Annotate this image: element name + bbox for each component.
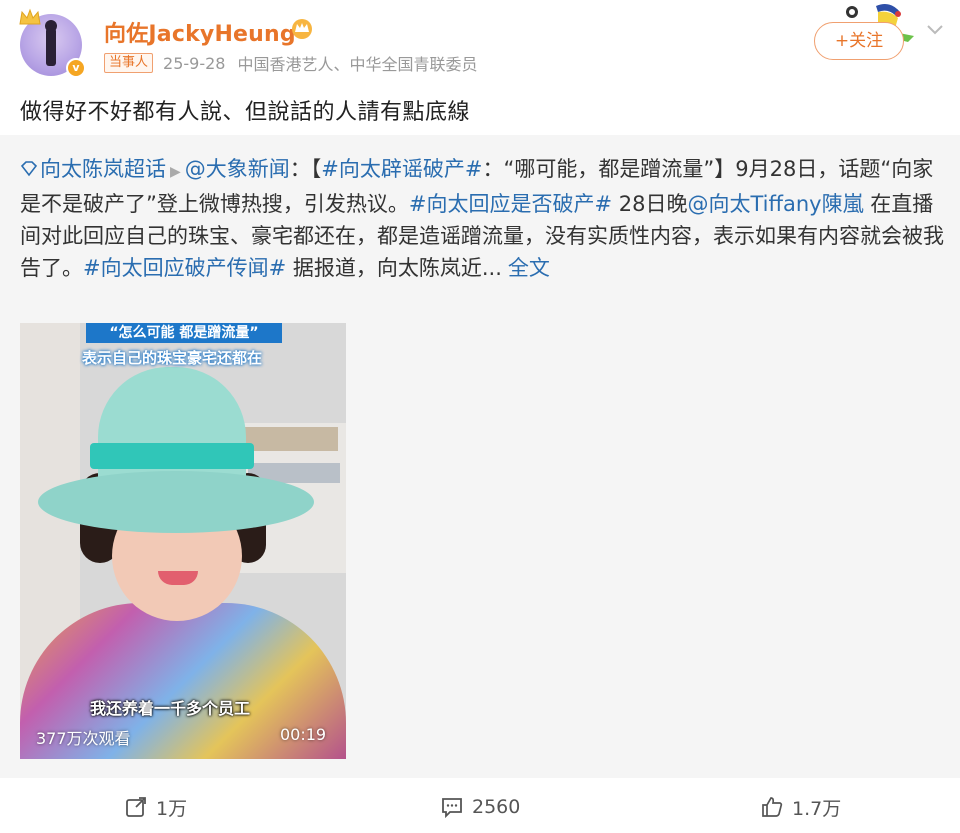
source-mention[interactable]: @大象新闻 (185, 157, 290, 181)
post-date: 25-9-28 (163, 53, 226, 73)
supertopic-label: 向太陈岚超话 (40, 157, 166, 181)
avatar[interactable]: v (18, 8, 88, 78)
avatar-figure (46, 26, 56, 66)
repost-icon (126, 797, 146, 817)
read-more-link[interactable]: 全文 (508, 256, 550, 280)
colon: ： (289, 157, 311, 181)
comment-icon (442, 798, 462, 819)
video-caption-sub: 表示自己的珠宝豪宅还都在 (82, 349, 263, 367)
repost-count: 1万 (156, 797, 188, 820)
username[interactable]: 向佐JackyHeung (104, 16, 296, 48)
post-header: v 向佐JackyHeung 当事人 25-9-28 中国香港艺人、中华全国青联… (0, 0, 960, 90)
video-player[interactable]: “怎么可能 都是蹭流量” 表示自己的珠宝豪宅还都在 我还养着一千多个员工 377… (20, 323, 346, 759)
topic-link-1[interactable]: #向太辟谣破产# (321, 157, 482, 181)
repost-button[interactable]: 1万 (124, 794, 187, 820)
comment-count: 2560 (472, 796, 521, 818)
like-count: 1.7万 (792, 797, 842, 820)
action-bar: 1万 2560 1.7万 (0, 780, 960, 833)
topic-link-3[interactable]: #向太回应破产传闻# (83, 256, 286, 280)
repost-text: 向太陈岚超话 ▶ @大象新闻：【#向太辟谣破产#：“哪可能，都是蹭流量”】9月28日… (20, 153, 950, 284)
post-text: 做得好不好都有人說、但說話的人請有點底線 (20, 100, 471, 125)
user-description: 中国香港艺人、中华全国青联委员 (237, 55, 478, 74)
repost-text-2: 28日晚 (612, 192, 688, 216)
follow-button[interactable]: +关注 (814, 22, 904, 60)
meta-row: 当事人 25-9-28 中国香港艺人、中华全国青联委员 (104, 52, 477, 74)
crown-icon (19, 8, 41, 25)
arrow-icon: ▶ (170, 164, 181, 180)
like-button[interactable]: 1.7万 (760, 794, 841, 820)
verified-icon: v (66, 58, 86, 78)
video-duration: 00:19 (280, 725, 327, 744)
video-subtitle: 我还养着一千多个员工 (90, 699, 251, 718)
diamond-icon (20, 161, 38, 177)
video-hat-brim (38, 471, 314, 533)
topic-link-2[interactable]: #向太回应是否破产# (409, 192, 612, 216)
repost-text-4: 据报道，向太陈岚近... (286, 256, 502, 280)
comment-button[interactable]: 2560 (440, 794, 520, 820)
bracket-open: 【 (310, 157, 322, 181)
view-count: 377万次观看 (36, 729, 131, 748)
repost-card[interactable]: 向太陈岚超话 ▶ @大象新闻：【#向太辟谣破产#：“哪可能，都是蹭流量”】9月28日… (0, 135, 960, 778)
video-hat-band (90, 443, 254, 469)
supertopic-link[interactable]: 向太陈岚超话 (20, 157, 166, 181)
chevron-down-icon[interactable] (924, 18, 946, 40)
video-caption-top: “怎么可能 都是蹭流量” (86, 323, 282, 343)
thumbs-up-icon (762, 797, 783, 817)
status-badge: 当事人 (104, 53, 154, 73)
vip-crown-icon (292, 19, 312, 39)
user-mention[interactable]: @向太Tiffany陳嵐 (688, 192, 864, 216)
